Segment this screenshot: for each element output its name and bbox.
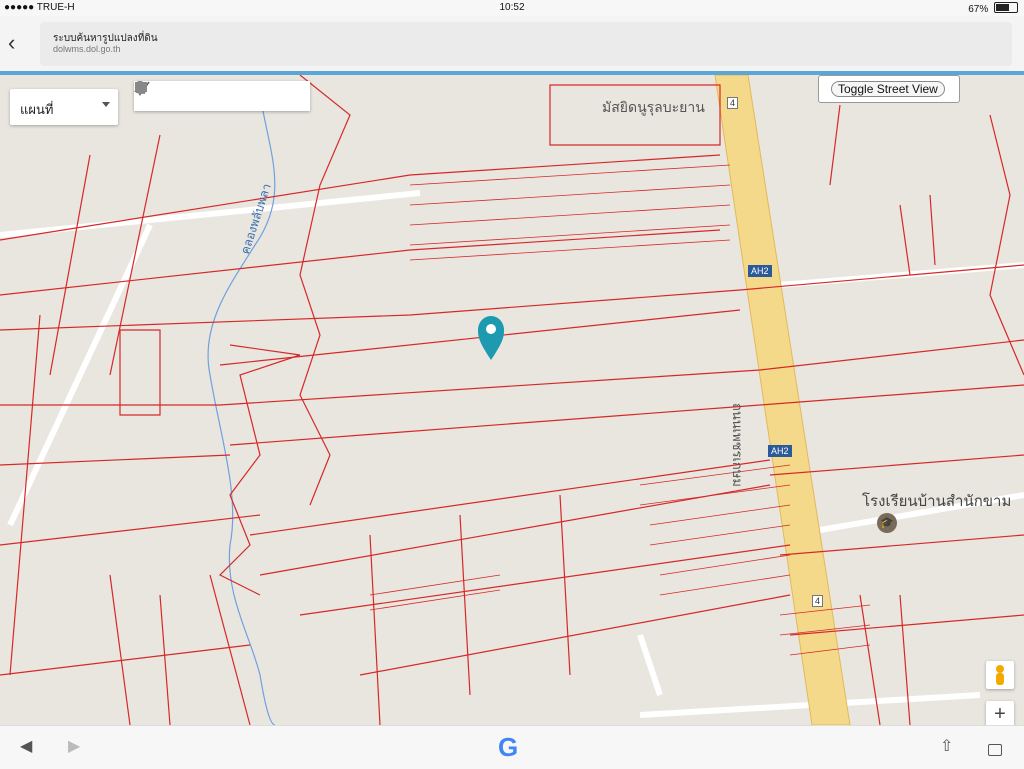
forward-arrow-icon[interactable]: ▶ — [68, 736, 80, 756]
battery-icon — [994, 2, 1018, 13]
polygon-icon[interactable] — [135, 81, 308, 111]
minor-roads — [0, 190, 1024, 718]
share-icon[interactable]: ⇧ — [940, 736, 953, 756]
toggle-street-view-label: Toggle Street View — [831, 81, 945, 97]
browser-bottom-bar: ◀ ▶ G ⇧ — [0, 725, 1024, 769]
address-bar[interactable]: ระบบค้นหารูปแปลงที่ดิน dolwms.dol.go.th — [40, 22, 1012, 66]
polyline-icon[interactable] — [134, 81, 221, 111]
mosque-label: มัสยิดนูรุลบะยาน — [602, 99, 705, 115]
back-arrow-icon[interactable]: ◀ — [20, 736, 32, 756]
google-logo[interactable]: G — [498, 732, 518, 763]
route-shield: 4 — [727, 97, 739, 109]
land-parcels — [0, 75, 1024, 725]
school-icon[interactable]: 🎓 — [877, 513, 897, 533]
asian-highway-shield: AH2 — [768, 445, 792, 457]
map-type-label: แผนที่ — [20, 102, 54, 117]
page-host: dolwms.dol.go.th — [53, 44, 121, 54]
route-shield: 4 — [812, 595, 824, 607]
drawing-toolbar — [134, 81, 310, 111]
road-label: ถนนเพชรเกษม — [730, 403, 745, 487]
asian-highway-shield: AH2 — [748, 265, 772, 277]
battery-percent: 67% — [968, 4, 989, 15]
chevron-down-icon — [102, 102, 110, 107]
tabs-icon[interactable] — [988, 744, 1002, 756]
status-bar: ●●●●● TRUE-H 10:52 67% — [0, 0, 1024, 16]
rectangle-icon[interactable] — [135, 81, 250, 111]
clock: 10:52 — [499, 2, 525, 13]
parcel-map — [0, 75, 1024, 725]
browser-toolbar: ‹ ระบบค้นหารูปแปลงที่ดิน dolwms.dol.go.t… — [0, 16, 1024, 72]
back-chevron-icon[interactable]: ‹ — [8, 30, 15, 56]
location-pin[interactable] — [478, 316, 504, 360]
school-label: โรงเรียนบ้านสำนักขาม — [862, 493, 1012, 510]
battery-status: 67% — [968, 2, 1018, 15]
map-type-select[interactable]: แผนที่ — [10, 89, 118, 125]
circle-icon[interactable] — [135, 81, 279, 111]
zoom-in-button[interactable]: + — [986, 701, 1014, 725]
map-canvas[interactable]: แผนที่ Toggle Street View มัสยิดนูรุลบะย… — [0, 75, 1024, 725]
toggle-street-view-button[interactable]: Toggle Street View — [818, 75, 960, 103]
marker-icon[interactable] — [135, 81, 192, 111]
pegman-icon[interactable] — [986, 661, 1014, 689]
